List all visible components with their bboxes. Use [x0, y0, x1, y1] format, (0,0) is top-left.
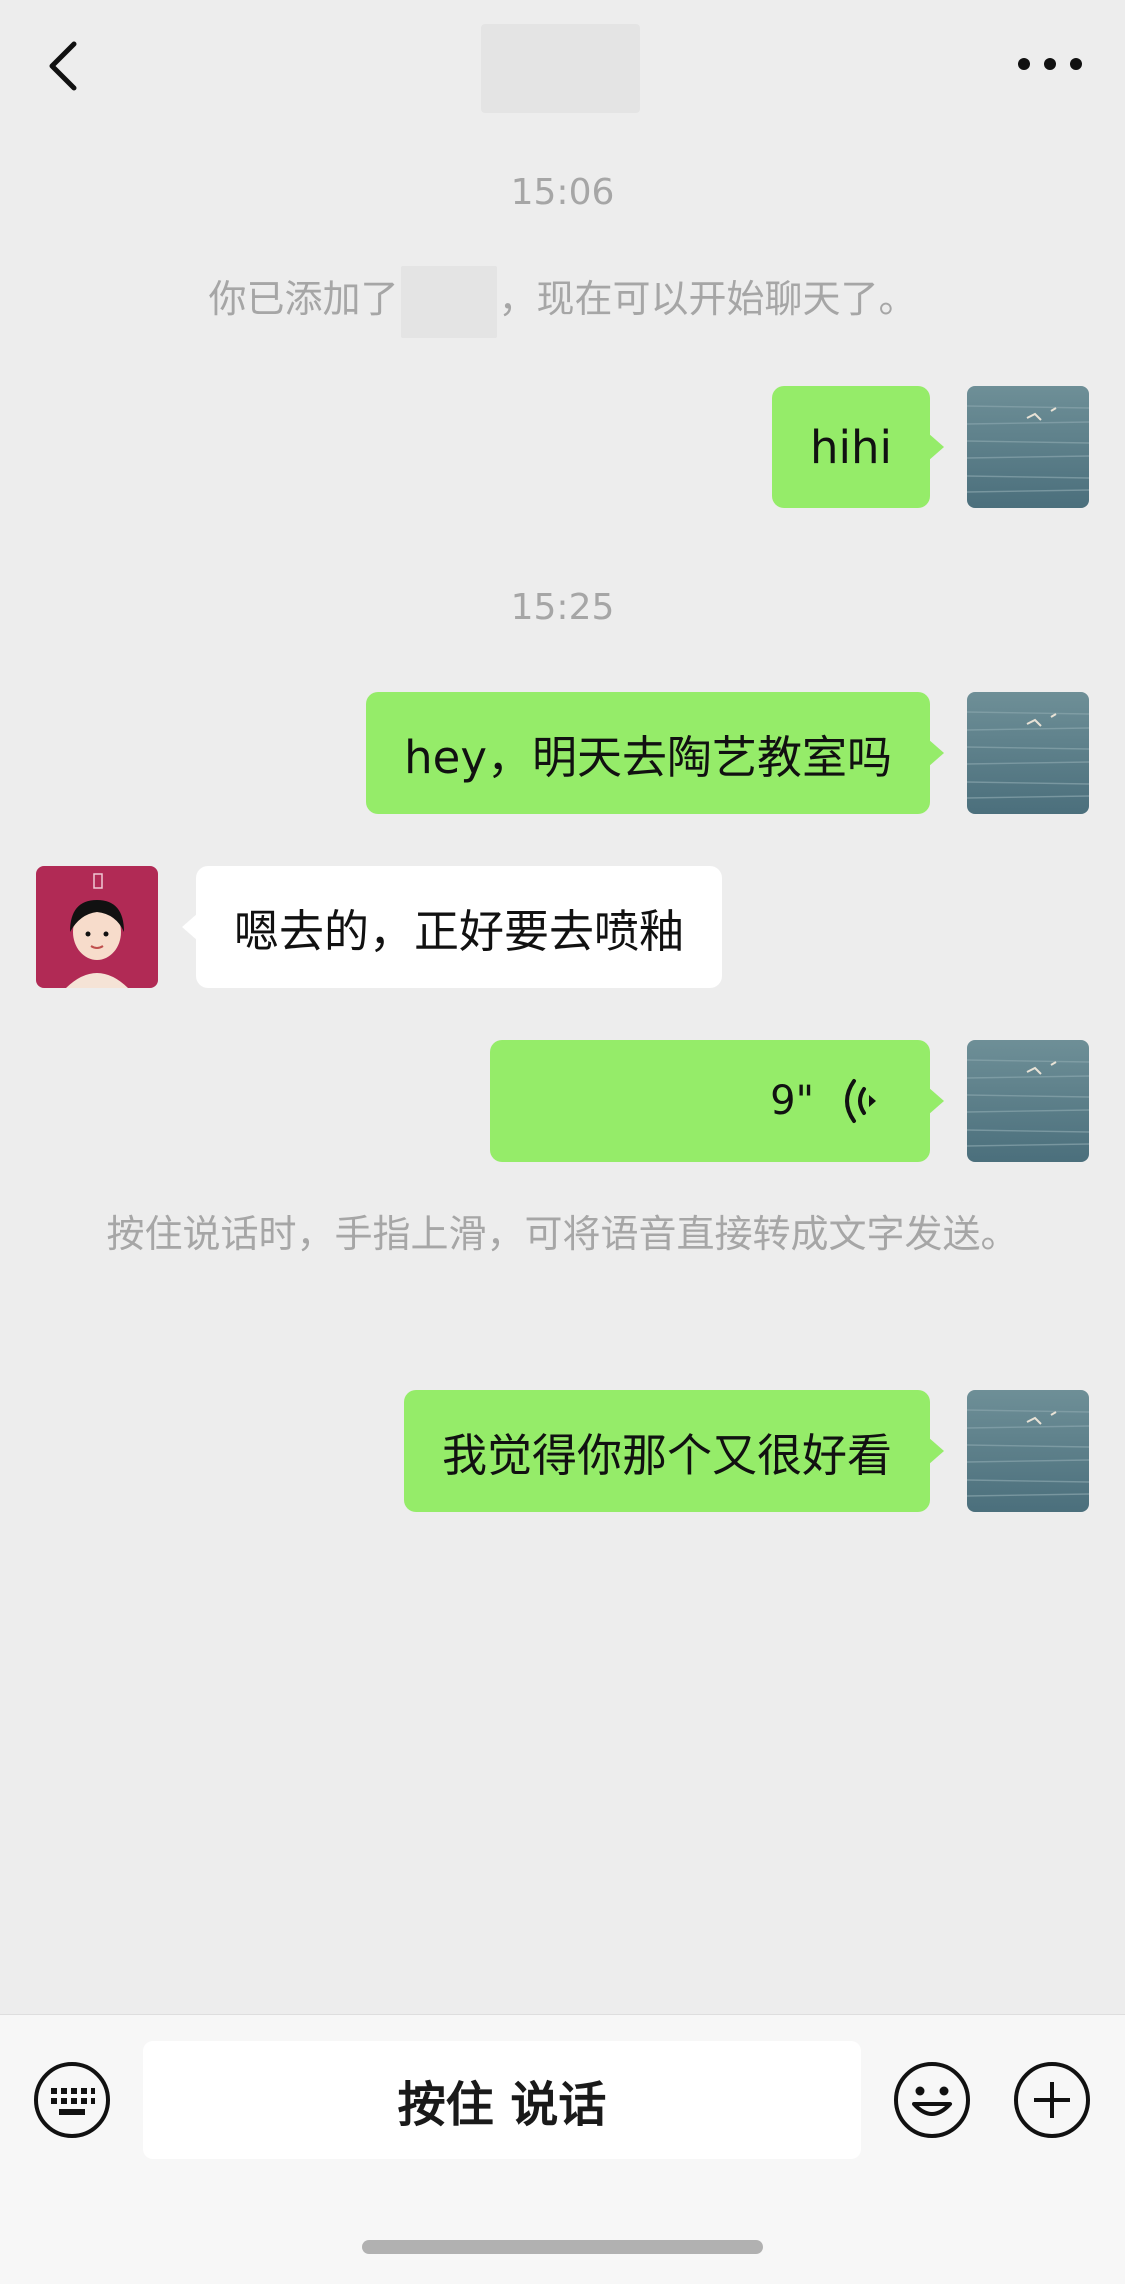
sea-avatar-image	[967, 1040, 1089, 1162]
more-actions-button[interactable]	[1012, 2060, 1092, 2140]
home-indicator[interactable]	[362, 2240, 763, 2254]
emoji-icon	[894, 2062, 970, 2138]
chat-title-redacted	[481, 24, 640, 113]
chevron-left-icon	[49, 41, 77, 91]
more-button[interactable]	[1010, 40, 1090, 90]
timestamp: 15:06	[510, 172, 615, 213]
plus-icon	[1014, 2062, 1090, 2138]
avatar-self[interactable]	[967, 1040, 1089, 1162]
message-text: 我觉得你那个又很好看	[441, 1428, 892, 1482]
avatar-self[interactable]	[967, 1390, 1089, 1512]
chat-screen: 15:06 你已添加了 ，现在可以开始聊天了。 hihi 15:25 hey，明天…	[0, 0, 1125, 2284]
voice-duration: 9"	[770, 1078, 814, 1124]
message-bubble-outgoing[interactable]: 我觉得你那个又很好看	[403, 1390, 945, 1512]
avatar-self[interactable]	[967, 692, 1089, 814]
hold-to-talk-button[interactable]: 按住 说话	[143, 2041, 861, 2159]
system-message: 你已添加了 ，现在可以开始聊天了。	[0, 264, 1125, 338]
voice-message-bubble[interactable]: 9"	[490, 1040, 944, 1162]
chat-header	[0, 0, 1125, 130]
sea-avatar-image	[967, 692, 1089, 814]
message-text: 嗯去的，正好要去喷釉	[234, 904, 685, 958]
more-dots-icon	[1018, 58, 1082, 70]
system-message-suffix: ，现在可以开始聊天了。	[498, 277, 917, 321]
avatar-self[interactable]	[967, 386, 1089, 508]
back-button[interactable]	[40, 30, 90, 100]
avatar-contact[interactable]	[36, 866, 158, 988]
message-text: hihi	[809, 420, 892, 474]
system-message-prefix: 你已添加了	[208, 277, 399, 321]
timestamp: 15:25	[510, 587, 615, 628]
message-bubble-outgoing[interactable]: hey，明天去陶艺教室吗	[366, 692, 944, 814]
sea-avatar-image	[967, 1390, 1089, 1512]
keyboard-toggle-button[interactable]	[32, 2060, 112, 2140]
redacted-name	[400, 265, 497, 338]
keyboard-icon	[34, 2062, 110, 2138]
emoji-button[interactable]	[892, 2060, 972, 2140]
voice-wave-icon	[845, 1079, 876, 1123]
cartoon-girl-avatar-image	[36, 866, 158, 988]
voice-hint-message: 按住说话时，手指上滑，可将语音直接转成文字发送。	[106, 1212, 1019, 1256]
message-bubble-incoming[interactable]: 嗯去的，正好要去喷釉	[181, 866, 723, 988]
sea-avatar-image	[967, 386, 1089, 508]
message-text: hey，明天去陶艺教室吗	[404, 730, 892, 784]
message-bubble-outgoing[interactable]: hihi	[771, 386, 945, 508]
